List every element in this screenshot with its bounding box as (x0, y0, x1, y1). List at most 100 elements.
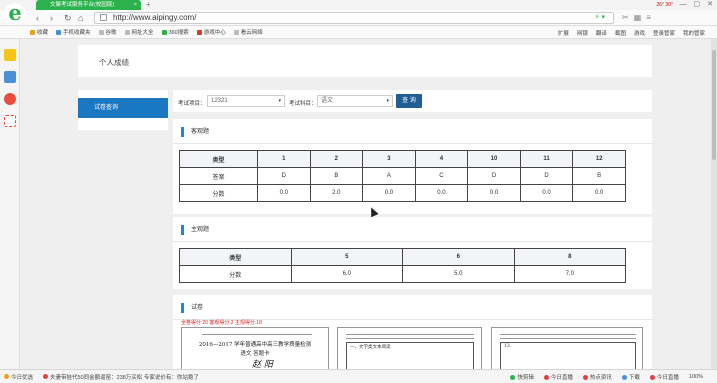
status-news-ticker[interactable]: 夫妻带娃代50同金额逼窑：238万买松 专家说价有：你站稳了 (43, 373, 199, 381)
menu-item-paper-query[interactable]: 试卷查询 (78, 98, 168, 118)
scrollbar-thumb[interactable] (712, 50, 716, 160)
chevron-down-icon: ▾ (278, 98, 281, 104)
window-controls: — ▢ ✕ (680, 0, 714, 10)
page-icon (98, 29, 104, 35)
answer-sheet-page-3[interactable]: 13. (491, 327, 643, 369)
search-icon (161, 29, 167, 35)
apps-icon[interactable]: ▦ (634, 12, 642, 24)
table-cell: 12 (572, 150, 626, 168)
subject-select-value: 语文 (321, 98, 334, 104)
maximize-icon[interactable]: ▢ (694, 0, 701, 10)
answer-sheet-page-1[interactable]: 2016—2017 学年普通高中高三教学质量检测 语文 答题卡 赵 阳 (181, 327, 329, 369)
status-item[interactable]: 热点资讯 (582, 373, 612, 381)
games-button[interactable]: 游戏 (634, 29, 645, 37)
answer-sheet-page-2[interactable]: 一、文学类文本阅读 (337, 327, 482, 369)
filter-bar: 考试项目： 12321 ▾ 考试科目： 语文 ▾ 查 询 (173, 90, 652, 112)
divider (346, 334, 474, 335)
video-icon (510, 374, 516, 380)
refresh-icon[interactable]: ↻ (64, 12, 72, 24)
table-cell: 5.0 (402, 265, 515, 283)
divider (500, 338, 636, 339)
project-select-value: 12321 (211, 98, 228, 104)
query-button[interactable]: 查 询 (396, 94, 422, 108)
extension-button[interactable]: 扩展 (558, 29, 569, 37)
table-cell: 8 (513, 248, 626, 266)
table-cell: 类型 (179, 150, 258, 168)
game-icon (196, 29, 202, 35)
bookmark-item[interactable]: 收藏 (30, 28, 48, 36)
bookmark-item[interactable]: 360搜索 (161, 28, 189, 36)
subject-label: 考试科目： (289, 101, 317, 107)
status-item[interactable]: 今日优选 (4, 373, 33, 381)
table-cell: A (362, 167, 416, 185)
browser-logo-icon[interactable]: e (4, 2, 26, 25)
doc-question-number: 13. (504, 344, 512, 349)
home-icon[interactable]: ⌂ (78, 12, 83, 24)
bookmark-item[interactable]: 手机收藏夹 (56, 28, 91, 36)
page-header: 个人成绩 (78, 45, 652, 77)
hot-icon (582, 374, 588, 380)
table-cell: C (414, 167, 469, 185)
table-cell: B (572, 167, 626, 185)
bank-button[interactable]: 网银 (577, 29, 588, 37)
minimize-icon[interactable]: — (680, 0, 687, 10)
snapshot-icon[interactable] (4, 115, 16, 127)
page-content: 个人成绩 试卷查询 考试项目： 12321 ▾ 考试科目： 语文 ▾ 查 询 客… (20, 39, 711, 369)
table-header-row: 类型 1 2 3 4 10 11 12 (179, 150, 626, 168)
table-cell: 0.0 (414, 184, 469, 202)
zoom-level[interactable]: 100% (689, 374, 703, 380)
weibo-icon[interactable] (4, 93, 16, 105)
translate-button[interactable]: 翻译 (596, 29, 607, 37)
project-select[interactable]: 12321 ▾ (207, 95, 285, 107)
bookmark-item[interactable]: 游戏中心 (196, 28, 226, 36)
paper-title: 试卷 (181, 303, 203, 313)
browser-tab[interactable]: 文聚考试服务平台(校园版) × (36, 0, 141, 10)
table-cell: D (467, 167, 521, 185)
table-cell: 11 (519, 150, 574, 168)
table-cell: 0.0 (467, 184, 521, 202)
tab-close-icon[interactable]: × (134, 0, 137, 10)
address-bar-action-icons[interactable]: ⚡ ▾ (595, 13, 605, 23)
doc-subtitle: 语文 答题卡 (240, 351, 270, 357)
weather-widget[interactable]: 26° 30° (656, 0, 673, 10)
table-cell: 1 (257, 150, 311, 168)
divider (173, 241, 652, 242)
bookmark-item[interactable]: 网址大全 (124, 28, 154, 36)
address-url: http://www.aipingy.com/ (113, 13, 197, 22)
close-window-icon[interactable]: ✕ (707, 0, 713, 10)
new-tab-button[interactable]: + (146, 1, 151, 9)
status-item[interactable]: 下载 (621, 373, 640, 381)
address-bar[interactable]: http://www.aipingy.com/ ⚡ ▾ (94, 12, 614, 24)
bookmark-item[interactable]: 看云网络 (233, 28, 263, 36)
screenshot-button[interactable]: 截图 (615, 29, 626, 37)
divider (202, 334, 312, 335)
back-icon[interactable]: ‹ (36, 12, 39, 24)
paper-section: 试卷 全卷得分:20 客观得分:2 主观得分:18 2016—2017 学年普通… (173, 295, 652, 369)
project-label: 考试项目： (178, 101, 206, 107)
table-cell: 5 (290, 248, 403, 266)
phone-icon (56, 29, 62, 35)
star-icon (30, 29, 35, 35)
table-cell: 0.0 (257, 184, 311, 202)
my-manager-button[interactable]: 我的管家 (683, 29, 705, 37)
status-item[interactable]: 今日直播 (543, 373, 573, 381)
screenshot-icon[interactable]: ✂ (622, 12, 629, 24)
news-icon (43, 374, 49, 379)
status-right: 快剪辑 今日直播 热点资讯 下载 今日直播 100% (510, 370, 713, 383)
table-cell: 6 (402, 248, 515, 266)
status-item[interactable]: 今日直播 (649, 373, 679, 381)
login-manager-button[interactable]: 登录管家 (653, 29, 675, 37)
divider (500, 334, 636, 335)
menu-icon[interactable]: ≡ (646, 12, 651, 24)
bookmark-item[interactable]: 谷歌 (98, 28, 117, 36)
download-icon (621, 374, 627, 380)
status-item[interactable]: 快剪辑 (510, 373, 534, 381)
nav-right-tools: ✂ ▦ ≡ (622, 12, 651, 24)
reader-icon[interactable] (4, 71, 16, 83)
forward-icon[interactable]: › (50, 12, 53, 24)
browser-nav-bar: e ‹ › ↻ ⌂ http://www.aipingy.com/ ⚡ ▾ ✂ … (0, 2, 717, 26)
subject-select[interactable]: 语文 ▾ (317, 95, 393, 107)
favorites-icon[interactable] (4, 49, 16, 61)
table-cell: D (519, 167, 574, 185)
divider (173, 143, 652, 144)
